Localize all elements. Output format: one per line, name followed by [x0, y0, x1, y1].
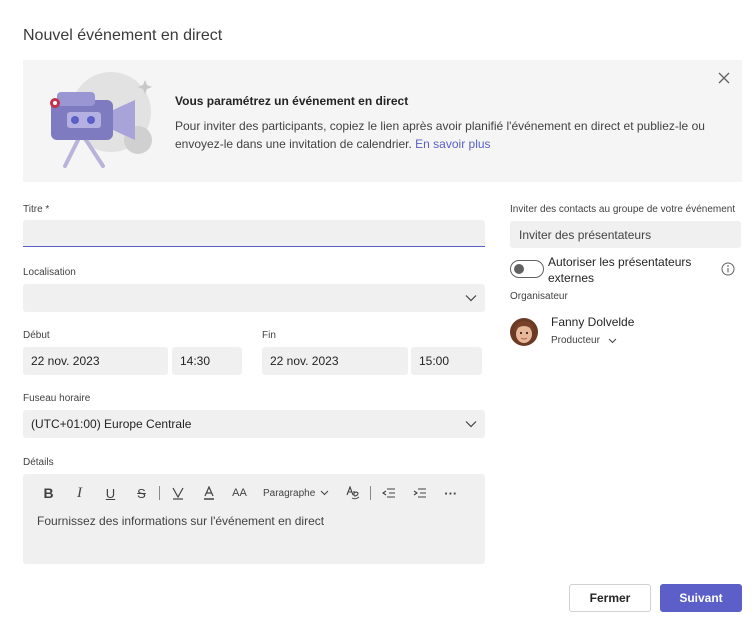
video-camera-illustration — [50, 72, 152, 168]
start-time-field[interactable]: 14:30 — [172, 347, 242, 375]
indent-icon — [413, 488, 426, 498]
next-button[interactable]: Suivant — [660, 584, 742, 612]
close-button[interactable]: Fermer — [569, 584, 651, 612]
paragraph-label: Paragraphe — [263, 487, 316, 499]
title-label: Titre * — [23, 204, 50, 215]
strikethrough-button[interactable]: S — [126, 482, 157, 504]
avatar — [510, 318, 538, 346]
details-label: Détails — [23, 457, 54, 468]
italic-button[interactable]: I — [64, 482, 95, 504]
details-placeholder: Fournissez des informations sur l'événem… — [37, 514, 325, 528]
indent-button[interactable] — [404, 482, 435, 504]
chevron-down-icon — [608, 338, 617, 343]
format-toolbar: B I U S AA Paragraphe ··· — [33, 482, 466, 504]
font-color-button[interactable] — [193, 482, 224, 504]
highlighter-icon — [171, 487, 184, 500]
paragraph-dropdown[interactable]: Paragraphe — [255, 482, 337, 504]
location-dropdown[interactable] — [23, 284, 485, 312]
learn-more-link[interactable]: En savoir plus — [415, 137, 490, 151]
chevron-down-icon — [465, 295, 477, 302]
external-presenters-toggle[interactable] — [510, 260, 544, 278]
outdent-icon — [381, 488, 395, 498]
toolbar-divider — [159, 486, 160, 500]
end-time-field[interactable]: 15:00 — [411, 347, 482, 375]
invite-label: Inviter des contacts au groupe de votre … — [510, 204, 736, 215]
details-editor[interactable]: B I U S AA Paragraphe ··· Fournissez des… — [23, 474, 485, 564]
organizer-label: Organisateur — [510, 291, 568, 302]
chevron-down-icon — [465, 421, 477, 428]
organizer-name: Fanny Dolvelde — [551, 315, 635, 329]
info-banner: Vous paramétrez un événement en direct P… — [23, 60, 742, 182]
underline-button[interactable]: U — [95, 482, 126, 504]
timezone-label: Fuseau horaire — [23, 393, 91, 404]
banner-text: Pour inviter des participants, copiez le… — [175, 117, 715, 153]
outdent-button[interactable] — [373, 482, 404, 504]
font-size-button[interactable]: AA — [224, 482, 255, 504]
banner-title: Vous paramétrez un événement en direct — [175, 94, 409, 108]
more-options-button[interactable]: ··· — [435, 482, 466, 504]
location-label: Localisation — [23, 267, 76, 278]
end-label: Fin — [262, 330, 276, 341]
spellcheck-button[interactable] — [337, 482, 368, 504]
end-date-field[interactable]: 22 nov. 2023 — [262, 347, 408, 375]
start-date-field[interactable]: 22 nov. 2023 — [23, 347, 168, 375]
title-input[interactable] — [23, 220, 485, 247]
invite-presenters-input[interactable]: Inviter des présentateurs — [510, 221, 741, 248]
info-icon[interactable] — [721, 262, 735, 276]
start-label: Début — [23, 330, 50, 341]
spellcheck-icon — [346, 486, 360, 500]
organizer-role-dropdown[interactable]: Producteur — [551, 335, 617, 346]
font-color-icon — [203, 486, 214, 500]
toggle-label: Autoriser les présentateurs externes — [548, 255, 692, 285]
bold-button[interactable]: B — [33, 482, 64, 504]
toolbar-divider — [370, 486, 372, 500]
toggle-knob — [514, 264, 524, 274]
dialog-title: Nouvel événement en direct — [23, 27, 223, 44]
close-icon[interactable] — [716, 70, 732, 86]
highlight-button[interactable] — [162, 482, 193, 504]
timezone-dropdown[interactable]: (UTC+01:00) Europe Centrale — [23, 410, 485, 438]
organizer-role: Producteur — [551, 335, 600, 346]
chevron-down-icon — [320, 490, 329, 496]
timezone-value: (UTC+01:00) Europe Centrale — [31, 417, 192, 431]
